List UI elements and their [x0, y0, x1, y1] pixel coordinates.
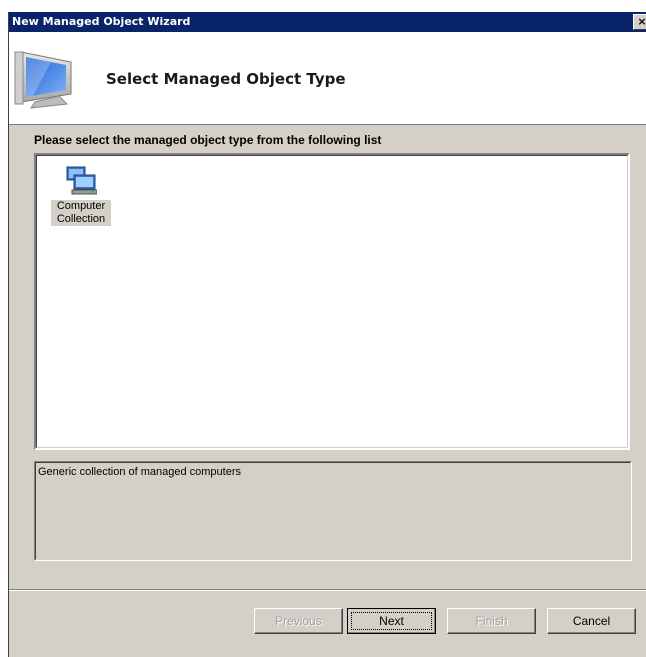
wizard-header: Select Managed Object Type: [9, 32, 646, 125]
finish-button[interactable]: Finish: [447, 608, 536, 634]
window-title: New Managed Object Wizard: [12, 15, 191, 28]
computer-collection-icon: [66, 166, 97, 195]
cancel-button[interactable]: Cancel: [547, 608, 636, 634]
button-separator: [9, 589, 646, 591]
description-box: Generic collection of managed computers: [34, 461, 632, 561]
close-icon: ×: [637, 15, 646, 28]
next-button-label: Next: [379, 614, 404, 628]
page-title: Select Managed Object Type: [106, 70, 346, 88]
previous-button[interactable]: Previous: [254, 608, 343, 634]
next-button[interactable]: Next: [347, 608, 436, 634]
list-item-computer-collection[interactable]: Computer Collection: [51, 164, 111, 226]
title-bar[interactable]: New Managed Object Wizard ×: [9, 12, 646, 32]
monitor-icon: [14, 51, 72, 109]
wizard-window: New Managed Object Wizard × Select Manag…: [8, 12, 646, 657]
background-strip: [0, 0, 646, 12]
close-button[interactable]: ×: [633, 14, 646, 30]
description-text: Generic collection of managed computers: [35, 462, 631, 560]
list-prompt: Please select the managed object type fr…: [34, 133, 382, 147]
object-type-list[interactable]: Computer Collection: [34, 153, 630, 450]
list-item-label: Computer Collection: [51, 200, 111, 226]
